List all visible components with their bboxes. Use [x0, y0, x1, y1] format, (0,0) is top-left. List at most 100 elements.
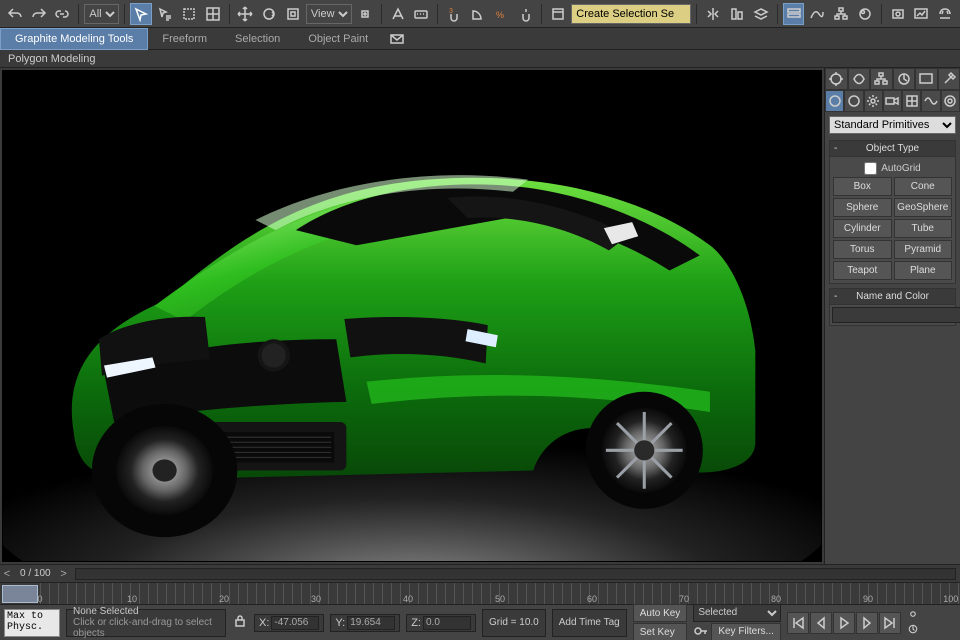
setkey-button[interactable]: Set Key	[633, 623, 688, 640]
prim-cylinder[interactable]: Cylinder	[833, 219, 892, 238]
lock-selection-icon[interactable]	[232, 613, 248, 632]
key-mode-toggle-icon[interactable]	[907, 608, 929, 622]
prim-sphere[interactable]: Sphere	[833, 198, 892, 217]
use-center-icon[interactable]	[354, 3, 376, 25]
shapes-icon[interactable]	[844, 90, 863, 112]
snap-toggle-icon[interactable]: 3	[443, 3, 465, 25]
prim-pyramid[interactable]: Pyramid	[894, 240, 953, 259]
coord-y-input[interactable]	[347, 616, 395, 630]
hierarchy-tab-icon[interactable]	[870, 68, 893, 90]
time-config-icon[interactable]	[907, 623, 929, 637]
name-color-header[interactable]: -Name and Color	[830, 289, 955, 305]
tick-100: 100	[943, 594, 958, 604]
material-editor-icon[interactable]	[854, 3, 876, 25]
viewport[interactable]	[2, 70, 822, 562]
link-icon[interactable]	[52, 3, 74, 25]
object-type-header[interactable]: -Object Type	[830, 141, 955, 157]
angle-snap-icon[interactable]	[467, 3, 489, 25]
render-setup-icon[interactable]	[887, 3, 909, 25]
redo-icon[interactable]	[28, 3, 50, 25]
play-icon[interactable]	[833, 612, 855, 634]
prim-torus[interactable]: Torus	[833, 240, 892, 259]
window-crossing-icon[interactable]	[202, 3, 224, 25]
prim-teapot[interactable]: Teapot	[833, 261, 892, 280]
select-rotate-icon[interactable]	[258, 3, 280, 25]
cameras-icon[interactable]	[883, 90, 902, 112]
select-manipulate-icon[interactable]	[387, 3, 409, 25]
coord-z-input[interactable]	[423, 616, 471, 630]
goto-end-icon[interactable]	[879, 612, 901, 634]
curve-editor-icon[interactable]	[806, 3, 828, 25]
filter-dropdown[interactable]: All	[84, 4, 119, 24]
tick-60: 60	[587, 594, 597, 604]
spinner-snap-icon[interactable]	[515, 3, 537, 25]
layers-icon[interactable]	[750, 3, 772, 25]
select-object-icon[interactable]	[130, 3, 152, 25]
timeline-scrollbar[interactable]	[75, 568, 956, 580]
prim-cone[interactable]: Cone	[894, 177, 953, 196]
prim-plane[interactable]: Plane	[894, 261, 953, 280]
mirror-icon[interactable]	[702, 3, 724, 25]
select-scale-icon[interactable]	[282, 3, 304, 25]
spacewarps-icon[interactable]	[921, 90, 940, 112]
time-slider-handle[interactable]	[2, 585, 38, 603]
tick-30: 30	[311, 594, 321, 604]
prim-tube[interactable]: Tube	[894, 219, 953, 238]
tick-80: 80	[771, 594, 781, 604]
key-icon[interactable]	[693, 623, 709, 640]
category-dropdown[interactable]: Standard Primitives	[829, 116, 956, 134]
tab-freeform[interactable]: Freeform	[148, 28, 221, 50]
selection-status: None Selected	[73, 606, 219, 617]
prim-geosphere[interactable]: GeoSphere	[894, 198, 953, 217]
timeline-left-icon[interactable]: <	[0, 567, 14, 581]
display-tab-icon[interactable]	[915, 68, 938, 90]
rectangular-region-icon[interactable]	[178, 3, 200, 25]
prev-frame-icon[interactable]	[810, 612, 832, 634]
keyboard-shortcut-icon[interactable]	[411, 3, 433, 25]
geometry-icon[interactable]	[825, 90, 844, 112]
create-tab-icon[interactable]	[825, 68, 848, 90]
refcoord-dropdown[interactable]: View	[306, 4, 352, 24]
edit-named-sel-icon[interactable]	[547, 3, 569, 25]
tab-object-paint[interactable]: Object Paint	[294, 28, 382, 50]
rendered-frame-icon[interactable]	[911, 3, 933, 25]
named-selection-input[interactable]	[571, 4, 691, 24]
status-bar: Max to Physc. None Selected Click or cli…	[0, 604, 960, 640]
coord-x-input[interactable]	[271, 616, 319, 630]
next-frame-icon[interactable]	[856, 612, 878, 634]
time-slider[interactable]: 0 10 20 30 40 50 60 70 80 90 100	[0, 582, 960, 604]
autogrid-checkbox[interactable]: AutoGrid	[833, 160, 952, 177]
key-mode-dropdown[interactable]: Selected	[693, 604, 781, 622]
motion-tab-icon[interactable]	[893, 68, 916, 90]
goto-start-icon[interactable]	[787, 612, 809, 634]
prim-box[interactable]: Box	[833, 177, 892, 196]
percent-snap-icon[interactable]: %	[491, 3, 513, 25]
subribbon[interactable]: Polygon Modeling	[0, 50, 960, 68]
undo-icon[interactable]	[4, 3, 26, 25]
object-name-input[interactable]	[832, 307, 960, 323]
tab-graphite-modeling[interactable]: Graphite Modeling Tools	[0, 28, 148, 50]
tick-50: 50	[495, 594, 505, 604]
tick-10: 10	[127, 594, 137, 604]
autokey-button[interactable]: Auto Key	[633, 604, 688, 622]
command-panel-tabs	[825, 68, 960, 90]
lights-icon[interactable]	[864, 90, 883, 112]
envelope-icon[interactable]	[386, 30, 408, 48]
key-filters-button[interactable]: Key Filters...	[711, 623, 781, 640]
timeline-right-icon[interactable]: >	[57, 567, 71, 581]
systems-icon[interactable]	[941, 90, 960, 112]
prompt-line: Click or click-and-drag to select object…	[73, 617, 219, 639]
create-subtabs	[825, 90, 960, 112]
select-move-icon[interactable]	[235, 3, 257, 25]
render-icon[interactable]	[934, 3, 956, 25]
maxscript-listener[interactable]: Max to Physc.	[4, 609, 60, 637]
modify-tab-icon[interactable]	[848, 68, 871, 90]
tab-selection[interactable]: Selection	[221, 28, 294, 50]
utilities-tab-icon[interactable]	[938, 68, 960, 90]
align-icon[interactable]	[726, 3, 748, 25]
select-by-name-icon[interactable]	[154, 3, 176, 25]
graphite-toggle-icon[interactable]	[783, 3, 805, 25]
helpers-icon[interactable]	[902, 90, 921, 112]
add-time-tag[interactable]: Add Time Tag	[552, 609, 627, 637]
schematic-view-icon[interactable]	[830, 3, 852, 25]
